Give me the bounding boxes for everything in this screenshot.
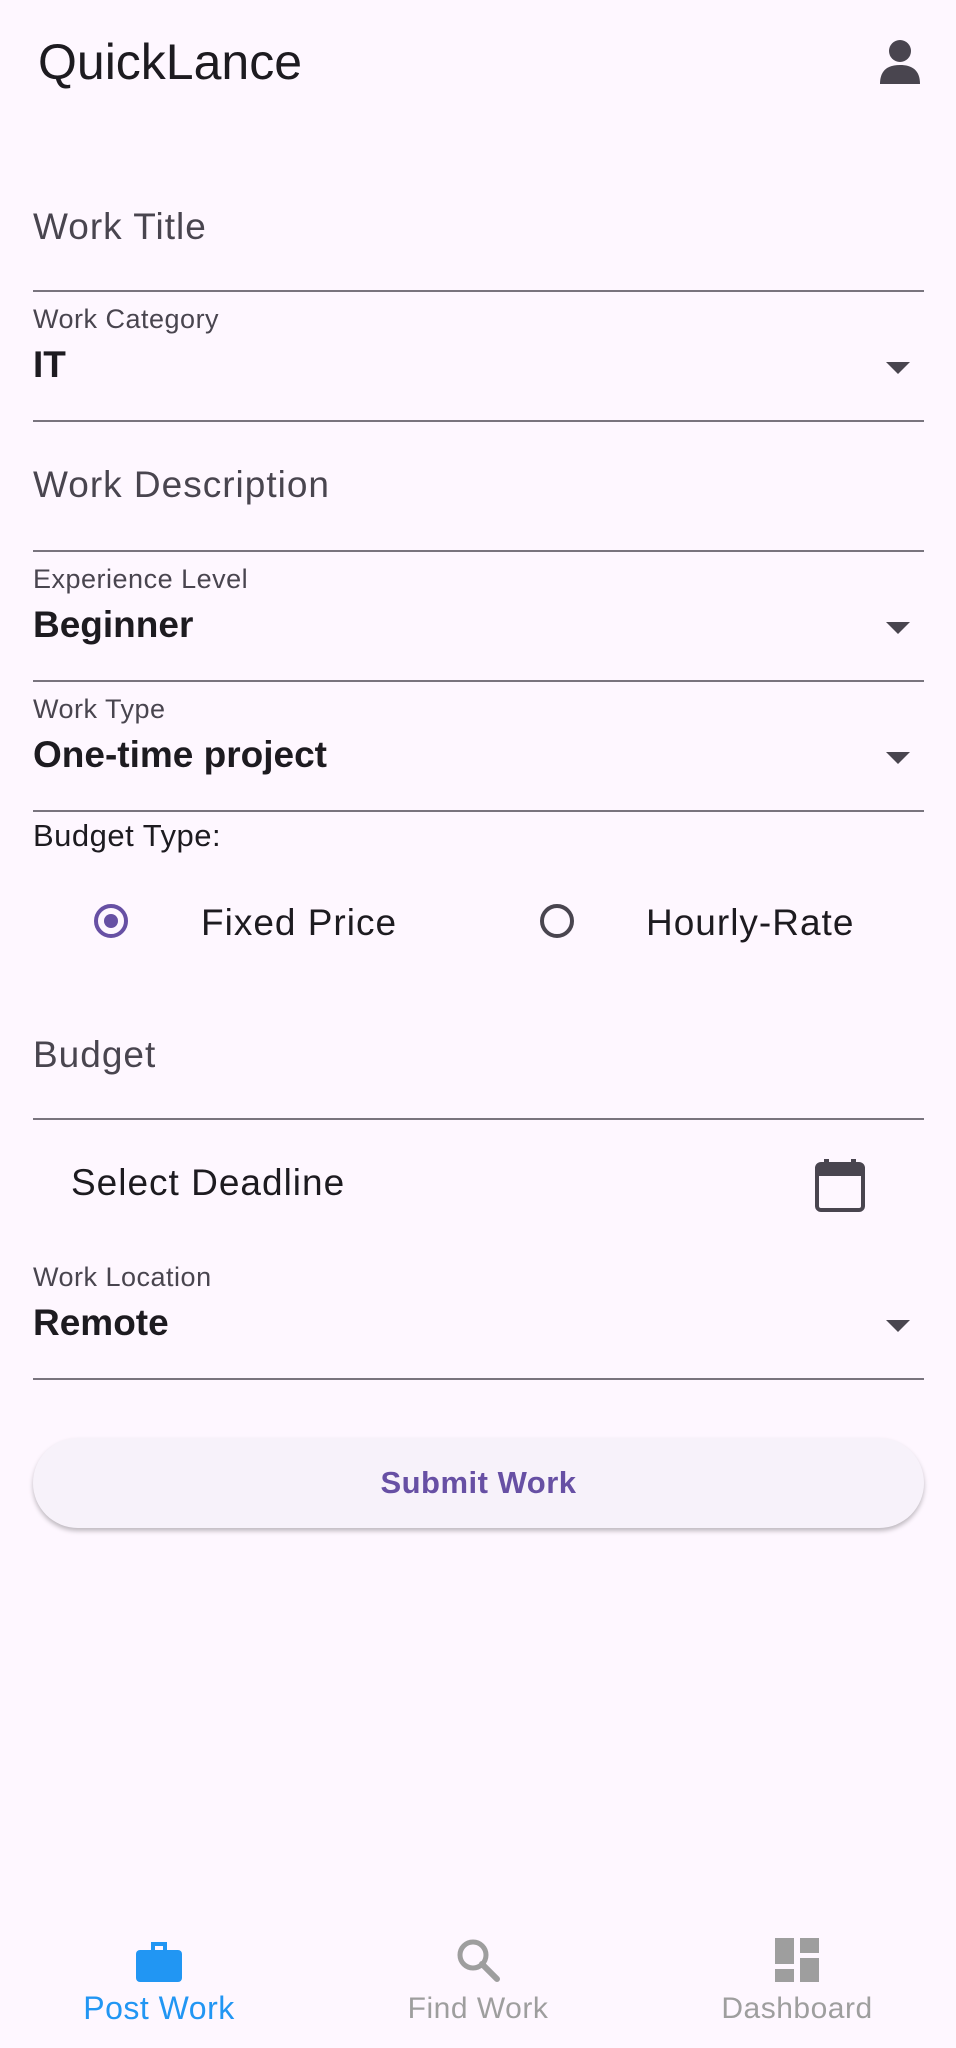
hourly-rate-option[interactable]: Hourly-Rate [540, 890, 880, 960]
fixed-price-radio[interactable] [94, 904, 128, 938]
work-category-value: IT [33, 344, 66, 385]
work-category-dropdown[interactable]: Work Category IT [33, 292, 924, 422]
work-description-placeholder: Work Description [33, 464, 331, 505]
nav-item-dashboard[interactable]: Dashboard [638, 1910, 956, 2048]
work-location-value: Remote [33, 1302, 169, 1343]
bottom-navigation: Post Work Find Work Dashboard [0, 1910, 956, 2048]
fixed-price-option[interactable]: Fixed Price [94, 890, 424, 960]
app-bar: QuickLance [0, 0, 956, 128]
dropdown-arrow-icon [886, 622, 910, 634]
hourly-rate-label: Hourly-Rate [646, 902, 855, 943]
work-location-dropdown[interactable]: Work Location Remote [33, 1250, 924, 1380]
budget-field[interactable]: Budget [33, 990, 924, 1120]
dropdown-arrow-icon [886, 1320, 910, 1332]
work-location-label: Work Location [33, 1262, 212, 1292]
calendar-button[interactable] [811, 1156, 869, 1214]
work-category-label: Work Category [33, 304, 220, 334]
nav-label-post-work: Post Work [83, 1990, 235, 2026]
work-title-field[interactable]: Work Title [33, 184, 924, 292]
work-type-label: Work Type [33, 694, 166, 724]
dashboard-icon [771, 1934, 823, 1991]
budget-placeholder: Budget [33, 1034, 157, 1075]
nav-label-find-work: Find Work [407, 1992, 549, 2025]
dropdown-arrow-icon [886, 362, 910, 374]
work-description-field[interactable]: Work Description [33, 422, 924, 552]
calendar-icon [815, 1159, 865, 1212]
select-deadline-label: Select Deadline [71, 1162, 346, 1203]
profile-button[interactable] [868, 30, 932, 94]
work-title-placeholder: Work Title [33, 206, 207, 247]
work-type-dropdown[interactable]: Work Type One-time project [33, 682, 924, 812]
work-type-value: One-time project [33, 734, 327, 775]
budget-type-label: Budget Type: [33, 818, 222, 853]
experience-level-dropdown[interactable]: Experience Level Beginner [33, 552, 924, 682]
experience-level-label: Experience Level [33, 564, 249, 594]
dropdown-arrow-icon [886, 752, 910, 764]
nav-item-find-work[interactable]: Find Work [319, 1910, 637, 2048]
person-icon [880, 40, 920, 84]
app-title: QuickLance [38, 34, 303, 90]
nav-item-post-work[interactable]: Post Work [0, 1910, 318, 2048]
select-deadline-row[interactable]: Select Deadline [33, 1120, 924, 1250]
search-icon [452, 1934, 504, 1991]
hourly-rate-radio[interactable] [540, 904, 574, 938]
briefcase-icon [133, 1934, 185, 1991]
fixed-price-label: Fixed Price [201, 902, 398, 943]
nav-label-dashboard: Dashboard [721, 1992, 873, 2025]
submit-work-button[interactable]: Submit Work [33, 1438, 924, 1528]
experience-level-value: Beginner [33, 604, 194, 645]
